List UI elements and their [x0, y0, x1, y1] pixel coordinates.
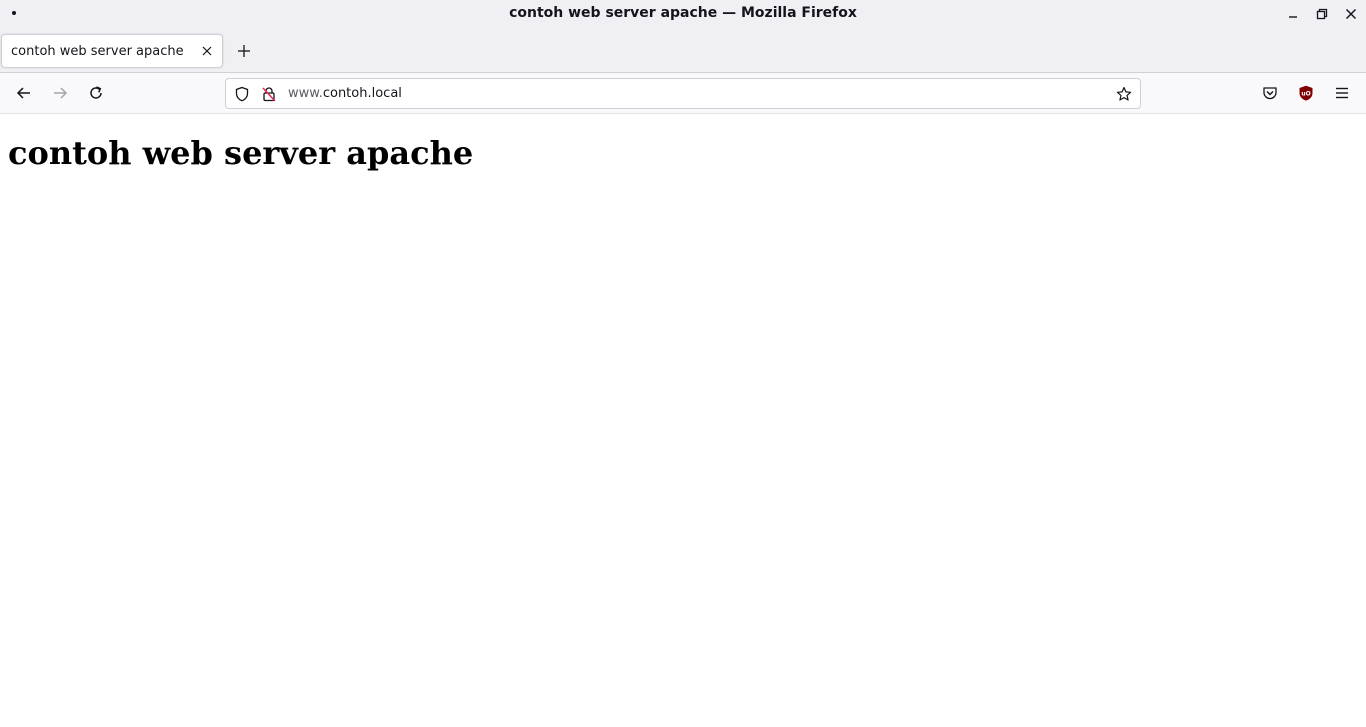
- page-heading: contoh web server apache: [8, 134, 474, 172]
- minimize-icon[interactable]: [1283, 4, 1303, 24]
- tracking-protection-shield-icon[interactable]: [233, 85, 251, 103]
- url-prefix: www.: [288, 86, 323, 101]
- close-icon[interactable]: [1341, 4, 1361, 24]
- restore-icon[interactable]: [1312, 4, 1332, 24]
- tab-strip: contoh web server apache: [0, 28, 1366, 73]
- ublock-origin-icon[interactable]: uO: [1294, 81, 1318, 105]
- back-arrow-icon[interactable]: [12, 81, 36, 105]
- window-title: contoh web server apache — Mozilla Firef…: [509, 5, 857, 21]
- window-titlebar: contoh web server apache — Mozilla Firef…: [0, 0, 1366, 28]
- url-bar[interactable]: www.contoh.local: [225, 78, 1141, 109]
- tab-close-icon[interactable]: [200, 44, 214, 58]
- tab-contoh-web-server-apache[interactable]: contoh web server apache: [1, 34, 223, 68]
- navigation-toolbar: www.contoh.local uO: [0, 73, 1366, 114]
- hamburger-menu-icon[interactable]: [1330, 81, 1354, 105]
- url-text: www.contoh.local: [288, 86, 402, 101]
- new-tab-plus-icon[interactable]: [234, 41, 254, 61]
- page-content: contoh web server apache: [0, 114, 1366, 727]
- svg-text:uO: uO: [1301, 91, 1310, 98]
- forward-arrow-icon[interactable]: [48, 81, 72, 105]
- tab-label: contoh web server apache: [11, 44, 184, 59]
- insecure-lock-icon[interactable]: [260, 85, 278, 103]
- pocket-icon[interactable]: [1258, 81, 1282, 105]
- reload-icon[interactable]: [84, 81, 108, 105]
- url-host: contoh.local: [322, 86, 402, 101]
- bookmark-star-icon[interactable]: [1115, 85, 1133, 103]
